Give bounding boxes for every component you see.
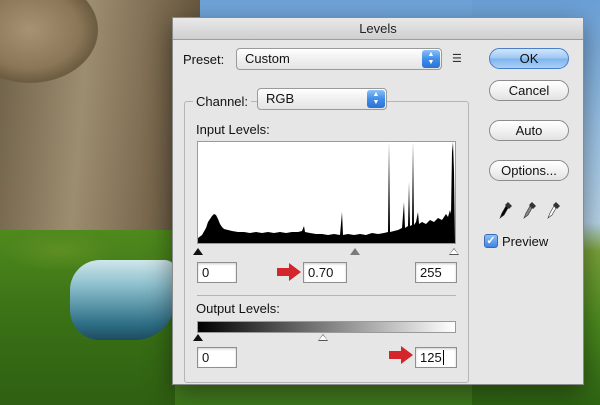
channel-select[interactable]: RGB ▲ ▼ [257, 88, 387, 110]
input-white-field[interactable]: 255 [415, 262, 457, 283]
auto-button[interactable]: Auto [489, 120, 569, 141]
popup-arrows-icon: ▲ ▼ [422, 50, 440, 68]
preset-select[interactable]: Custom ▲ ▼ [236, 48, 442, 70]
histogram-graph [198, 142, 455, 243]
section-divider [197, 295, 456, 296]
levels-dialog: Levels Preset: Custom ▲ ▼ ☰ Channel: RGB … [172, 17, 584, 385]
input-levels-label: Input Levels: [196, 122, 270, 137]
input-black-slider[interactable] [193, 248, 203, 255]
channel-label: Channel: [193, 94, 252, 109]
input-gamma-slider[interactable] [350, 248, 360, 255]
output-black-field[interactable]: 0 [197, 347, 237, 368]
options-button[interactable]: Options... [489, 160, 569, 181]
histogram [197, 141, 456, 244]
output-black-slider[interactable] [193, 334, 203, 341]
panel-menu-icon[interactable]: ☰ [452, 53, 468, 65]
input-gamma-field[interactable]: 0.70 [303, 262, 347, 283]
white-eyedropper-icon[interactable] [547, 201, 561, 219]
input-black-field[interactable]: 0 [197, 262, 237, 283]
background-water [70, 260, 175, 340]
output-levels-label: Output Levels: [196, 301, 280, 316]
output-white-slider[interactable] [318, 334, 328, 341]
popup-arrows-icon: ▲ ▼ [367, 90, 385, 108]
red-arrow-icon [277, 263, 301, 281]
text-caret [443, 350, 444, 365]
output-gradient-bar [197, 321, 456, 333]
dialog-title[interactable]: Levels [173, 18, 583, 40]
preview-label: Preview [502, 234, 549, 249]
preset-label: Preset: [183, 52, 225, 67]
preset-value: Custom [245, 51, 290, 66]
channel-value: RGB [266, 91, 295, 106]
preview-checkbox[interactable]: ✓ [484, 234, 498, 248]
red-arrow-icon [389, 346, 413, 364]
black-eyedropper-icon[interactable] [499, 201, 513, 219]
background-tree-branch [0, 0, 110, 105]
input-white-slider[interactable] [449, 248, 459, 255]
cancel-button[interactable]: Cancel [489, 80, 569, 101]
output-white-value: 125 [420, 350, 442, 365]
ok-button[interactable]: OK [489, 48, 569, 69]
gray-eyedropper-icon[interactable] [523, 201, 537, 219]
output-white-field[interactable]: 125 [415, 347, 457, 368]
